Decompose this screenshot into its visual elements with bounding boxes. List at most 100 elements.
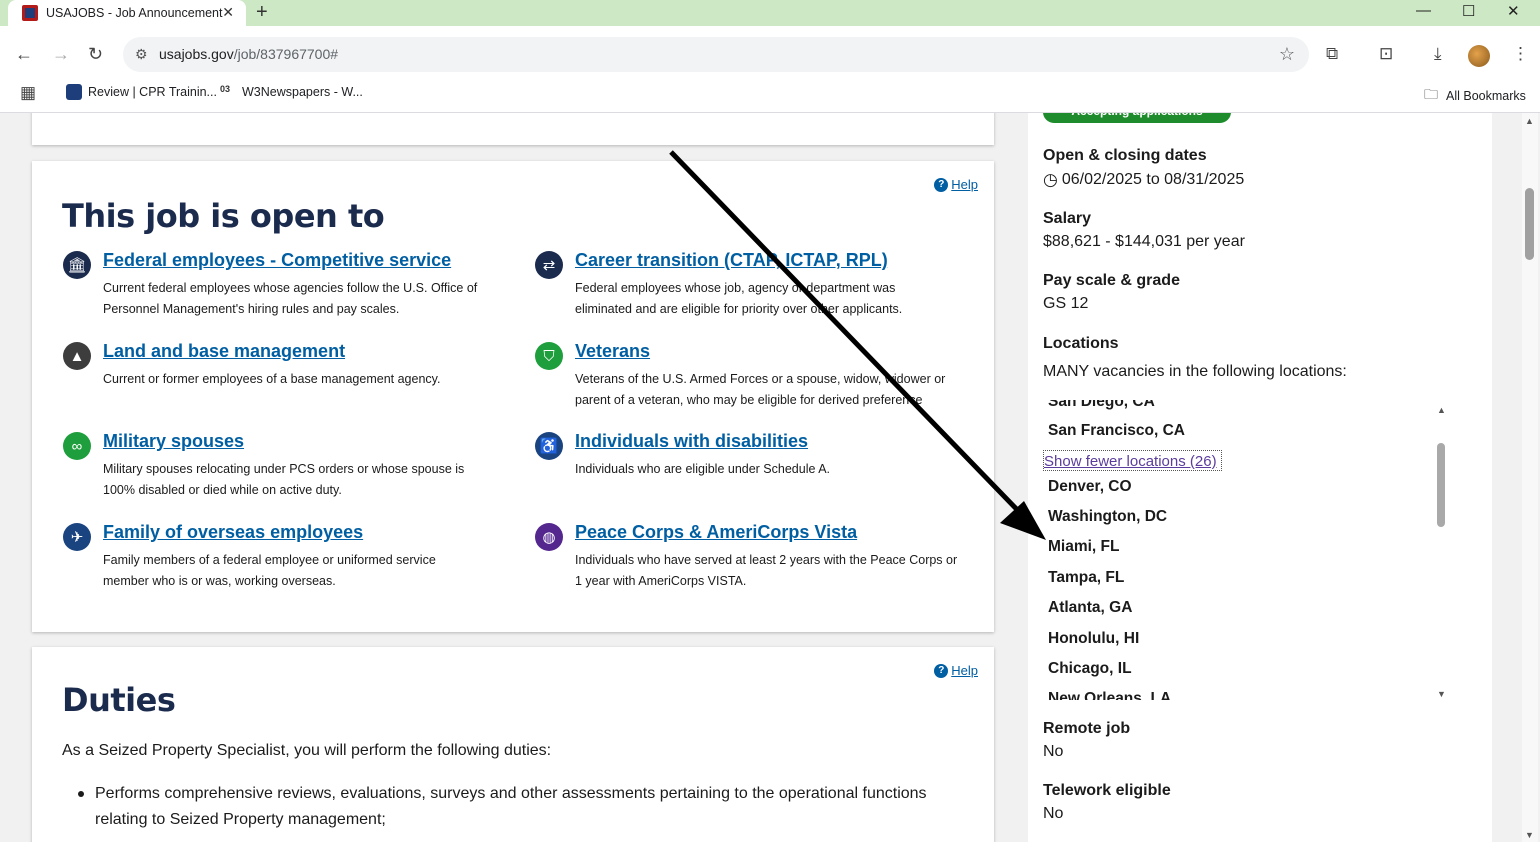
dates-value: 06/02/2025 to 08/31/2025	[1061, 171, 1245, 188]
locations-scroll-list[interactable]: San Diego, CA San Francisco, CA Show few…	[1038, 400, 1478, 700]
remote-label: Remote job	[1043, 720, 1131, 737]
locations-label: Locations	[1043, 335, 1119, 352]
apps-grid-icon[interactable]: ▦	[20, 83, 36, 103]
group-desc: Military spouses relocating under PCS or…	[103, 462, 465, 497]
new-tab-icon[interactable]: +	[256, 1, 268, 24]
group-link[interactable]: Military spouses	[103, 431, 244, 452]
browser-tab[interactable]: USAJOBS - Job Announcement ✕	[8, 0, 246, 26]
status-badge: Accepting applications	[1043, 113, 1231, 123]
dates-value-row: ◷ 06/02/2025 to 08/31/2025	[1043, 170, 1244, 190]
page-scroll-thumb[interactable]	[1525, 188, 1534, 260]
site-info-icon[interactable]: ⚙	[135, 46, 148, 63]
accessibility-icon: ♿	[535, 432, 563, 460]
building-icon: 🏛	[63, 251, 91, 279]
group-link[interactable]: Peace Corps & AmeriCorps Vista	[575, 522, 857, 543]
clock-icon: ◷	[1043, 170, 1058, 189]
group-desc: Federal employees whose job, agency or d…	[575, 281, 903, 316]
cpr-favicon-icon	[66, 84, 82, 100]
page-viewport: ? Help This job is open to 🏛 Federal empl…	[0, 113, 1540, 842]
page-scrollbar[interactable]: ▲ ▼	[1522, 113, 1538, 842]
maximize-icon[interactable]: ☐	[1462, 2, 1475, 20]
group-desc: Current federal employees whose agencies…	[103, 281, 478, 316]
menu-dots-icon[interactable]: ⋮	[1512, 44, 1529, 64]
reload-icon[interactable]: ↻	[88, 44, 103, 65]
globe-icon: ◍	[535, 523, 563, 551]
location-item: Washington, DC	[1048, 508, 1168, 525]
group-desc: Family members of a federal employee or …	[103, 553, 436, 588]
duties-title: Duties	[62, 681, 176, 719]
bookmark-star-icon[interactable]: ☆	[1279, 44, 1295, 65]
grade-label: Pay scale & grade	[1043, 272, 1180, 289]
shield-icon: ⛉	[535, 342, 563, 370]
bookmark-cpr[interactable]: Review | CPR Trainin...	[66, 84, 217, 100]
group-desc: Veterans of the U.S. Armed Forces or a s…	[575, 372, 946, 407]
tab-title: USAJOBS - Job Announcement	[46, 6, 223, 20]
location-item: Tampa, FL	[1048, 569, 1125, 586]
duties-intro: As a Seized Property Specialist, you wil…	[62, 742, 552, 759]
group-link[interactable]: Veterans	[575, 341, 650, 362]
scroll-down-icon[interactable]: ▼	[1525, 830, 1534, 840]
job-overview-sidebar: Accepting applications Open & closing da…	[1028, 113, 1492, 842]
rings-icon: ∞	[63, 432, 91, 460]
group-link[interactable]: Federal employees - Competitive service	[103, 250, 451, 271]
folder-icon: 🗀	[1424, 86, 1438, 102]
minimize-icon[interactable]: —	[1416, 2, 1431, 19]
profile-avatar[interactable]	[1468, 45, 1490, 67]
address-bar[interactable]: ⚙ usajobs.gov/job/837967700# ☆	[123, 37, 1309, 72]
dates-label: Open & closing dates	[1043, 147, 1207, 164]
scroll-down-icon[interactable]: ▼	[1437, 689, 1446, 699]
w3-favicon-icon: 03	[220, 84, 236, 100]
bookmark-w3newspapers[interactable]: 03 W3Newspapers - W...	[220, 84, 363, 100]
locations-scroll-thumb[interactable]	[1437, 443, 1445, 527]
duties-item: Performs comprehensive reviews, evaluati…	[78, 781, 945, 833]
show-fewer-locations-link[interactable]: Show fewer locations (26)	[1043, 450, 1222, 471]
bookmark-label: W3Newspapers - W...	[242, 85, 363, 99]
url-domain: usajobs.gov	[159, 46, 234, 62]
close-window-icon[interactable]: ✕	[1507, 2, 1520, 20]
salary-value: $88,621 - $144,031 per year	[1043, 233, 1245, 250]
extensions-icon[interactable]: ⧉	[1326, 44, 1338, 64]
airplane-icon: ✈	[63, 523, 91, 551]
location-item: San Francisco, CA	[1048, 422, 1185, 439]
scroll-up-icon[interactable]: ▲	[1437, 405, 1446, 415]
all-bookmarks[interactable]: 🗀 All Bookmarks	[1424, 84, 1526, 108]
url-path: /job/837967700#	[233, 46, 339, 62]
group-link[interactable]: Individuals with disabilities	[575, 431, 808, 452]
locations-scrollbar[interactable]: ▲ ▼	[1436, 403, 1448, 699]
close-tab-icon[interactable]: ✕	[222, 4, 234, 21]
locations-intro: MANY vacancies in the following location…	[1043, 363, 1347, 380]
help-label: Help	[951, 663, 978, 678]
swap-arrows-icon: ⇄	[535, 251, 563, 279]
group-link[interactable]: Land and base management	[103, 341, 345, 362]
scroll-up-icon[interactable]: ▲	[1525, 116, 1534, 126]
group-link[interactable]: Family of overseas employees	[103, 522, 363, 543]
tree-icon: ▲	[63, 342, 91, 370]
location-item: Miami, FL	[1048, 538, 1120, 555]
location-item: New Orleans, LA	[1048, 690, 1172, 700]
tab-search-icon[interactable]: ⊡	[1379, 44, 1393, 64]
telework-label: Telework eligible	[1043, 782, 1171, 799]
back-icon[interactable]: ←	[15, 44, 33, 65]
location-item: Atlanta, GA	[1048, 599, 1133, 616]
open-to-title: This job is open to	[62, 197, 385, 235]
location-item: San Diego, CA	[1048, 400, 1155, 410]
group-desc: Individuals who have served at least 2 y…	[575, 553, 958, 588]
location-item: Denver, CO	[1048, 478, 1132, 495]
telework-value: No	[1043, 805, 1064, 822]
remote-value: No	[1043, 743, 1064, 760]
open-to-card: ? Help This job is open to 🏛 Federal empl…	[32, 161, 994, 632]
help-link[interactable]: ? Help	[934, 663, 978, 678]
download-icon[interactable]: ⤓	[1434, 44, 1442, 64]
salary-label: Salary	[1043, 210, 1092, 227]
help-link[interactable]: ? Help	[934, 177, 978, 192]
forward-icon[interactable]: →	[52, 44, 70, 65]
bookmark-label: Review | CPR Trainin...	[88, 85, 217, 99]
group-link[interactable]: Career transition (CTAP, ICTAP, RPL)	[575, 250, 888, 271]
group-desc: Individuals who are eligible under Sched…	[575, 462, 831, 476]
grade-value: GS 12	[1043, 295, 1089, 312]
browser-titlebar: USAJOBS - Job Announcement ✕ + — ☐ ✕	[0, 0, 1540, 26]
previous-section-card	[32, 113, 994, 145]
url-text[interactable]: usajobs.gov/job/837967700#	[159, 46, 338, 62]
location-item: Honolulu, HI	[1048, 630, 1140, 647]
help-question-icon: ?	[934, 177, 949, 192]
